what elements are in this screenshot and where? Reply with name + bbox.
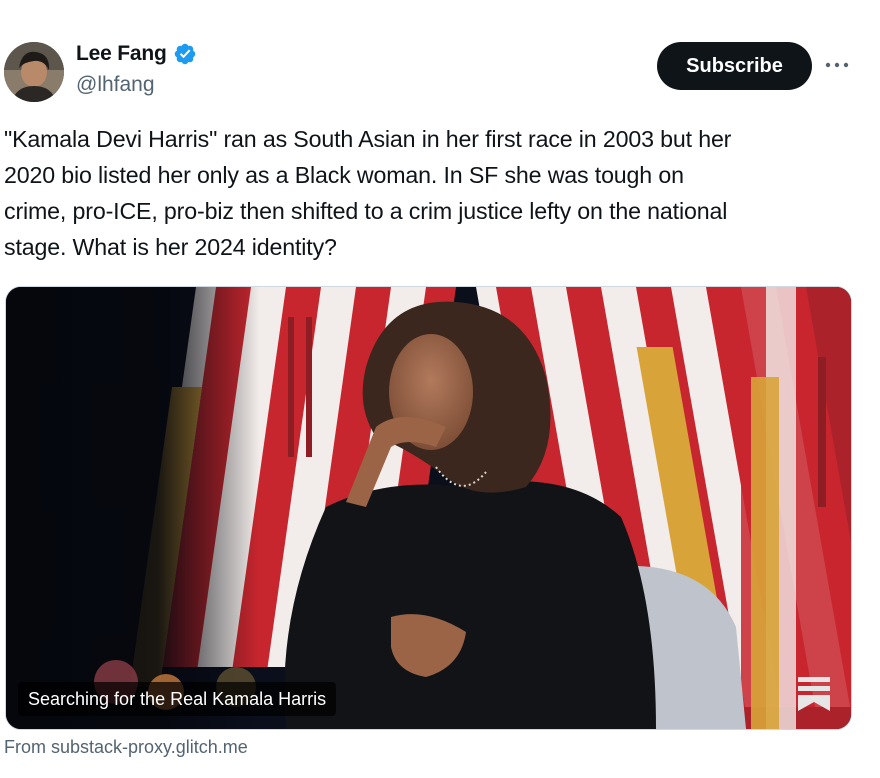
subscribe-button[interactable]: Subscribe [657, 42, 812, 90]
avatar[interactable] [4, 42, 64, 102]
link-card[interactable] [5, 286, 852, 730]
tweet-text: "Kamala Devi Harris" ran as South Asian … [4, 126, 732, 260]
verified-badge-icon [174, 43, 195, 65]
more-horizontal-icon[interactable] [822, 52, 852, 78]
card-image [6, 287, 851, 729]
card-source-link[interactable]: From substack-proxy.glitch.me [4, 737, 248, 758]
substack-icon [798, 677, 830, 711]
card-title[interactable]: Searching for the Real Kamala Harris [18, 682, 337, 716]
author-handle[interactable]: @lhfang [76, 73, 155, 97]
author-display-name[interactable]: Lee Fang [76, 42, 167, 66]
avatar-image [4, 42, 64, 102]
